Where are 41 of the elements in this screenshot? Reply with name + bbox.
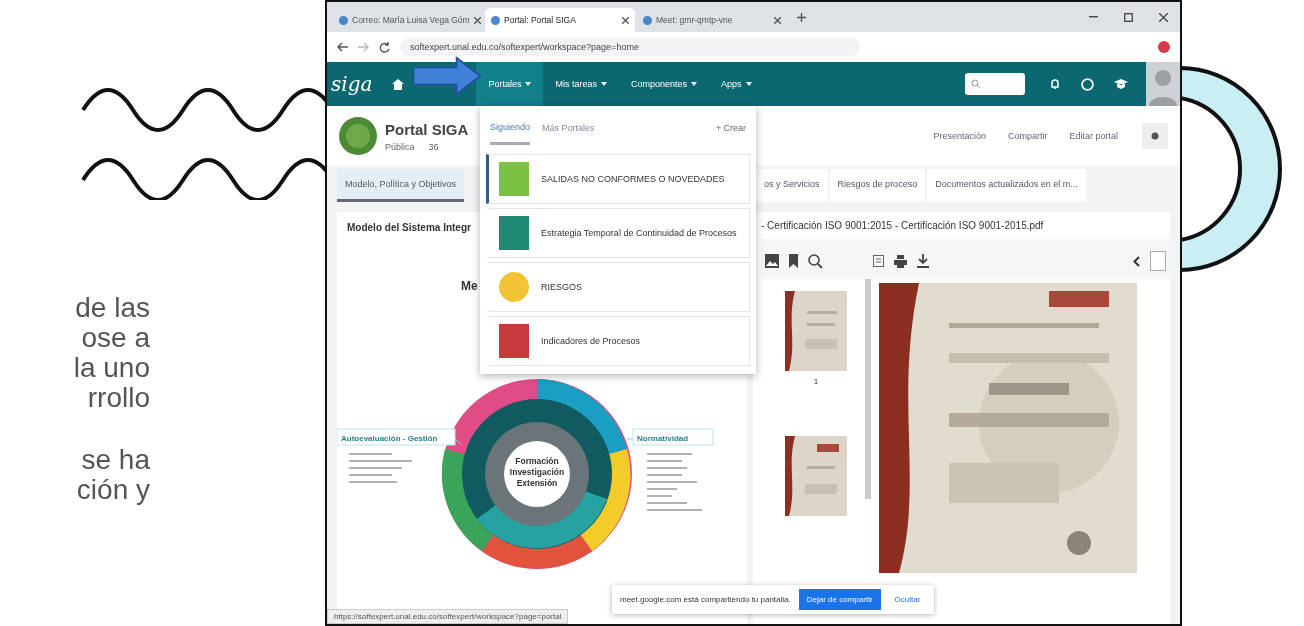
diagram-title: Me: [461, 279, 478, 293]
portal-list-item[interactable]: SALIDAS NO CONFORMES O NOVEDADES: [486, 154, 750, 204]
portal-action-link[interactable]: Presentación: [933, 131, 986, 141]
create-link[interactable]: + Crear: [715, 123, 746, 133]
document-title: - Certificación ISO 9001:2015 - Certificación ISO 9001-2015.pdf: [761, 220, 1045, 231]
browser-tab[interactable]: Meet: gmr-qmtp-vne: [637, 8, 787, 32]
dropdown-tab[interactable]: Más Portales: [542, 113, 595, 143]
portal-tab[interactable]: Modelo, Política y Objetivos: [337, 168, 465, 202]
nav-menu-item[interactable]: Apps: [709, 62, 764, 106]
diagram-note-title: Normatividad: [637, 434, 689, 443]
siga-logo[interactable]: siga: [331, 72, 373, 96]
portal-tab[interactable]: os y Servicios: [756, 168, 828, 202]
portal-action-link[interactable]: Compartir: [1007, 131, 1048, 141]
browser-tab[interactable]: Portal: Portal SIGA: [485, 8, 635, 32]
portal-tab[interactable]: Riesgos de proceso: [829, 168, 926, 202]
slide-paragraph: se ha ción y: [75, 445, 150, 505]
page-number: 1: [813, 377, 819, 386]
share-message: meet.google.com está compartiendo tu pantalla.: [620, 595, 791, 604]
slide-paragraph: de las ose a la uno rrollo: [72, 293, 150, 413]
portal-list-item[interactable]: RIESGOS: [486, 262, 750, 312]
portal-action-link[interactable]: Editar portal: [1069, 131, 1118, 141]
followers-count: 36: [428, 141, 439, 152]
diagram-label: Investigación: [509, 467, 565, 477]
panel-title: Modelo del Sistema Integr: [346, 221, 472, 235]
portal-title: Portal SIGA: [385, 120, 469, 138]
diagram-label: Extensión: [516, 478, 558, 488]
status-url: https://softexpert.unal.edu.co/softexpert/workspace?page=portal: [327, 609, 569, 624]
diagram-note-title: Autoevaluación - Gestión: [341, 434, 438, 443]
portal-list-item[interactable]: Indicadores de Procesos: [486, 316, 750, 366]
portal-list-item[interactable]: Estrategia Temporal de Continuidad de Procesos: [486, 208, 750, 258]
browser-tab[interactable]: Correo: María Luisa Vega Góm: [333, 8, 483, 32]
stop-sharing-button[interactable]: Dejar de compartir: [798, 589, 881, 610]
hide-button[interactable]: Ocultar: [888, 594, 927, 605]
nav-menu-item[interactable]: Componentes: [618, 62, 709, 106]
diagram-label: Formación: [515, 456, 559, 466]
visibility-label: Pública: [385, 141, 415, 152]
nav-menu-item[interactable]: Mis tareas: [543, 62, 619, 106]
address-field[interactable]: softexpert.unal.edu.co/softexpert/workspace?page=home: [400, 38, 860, 56]
nav-menu-item[interactable]: Portales: [476, 62, 544, 106]
portal-tab[interactable]: Documentos actualizados en el m...: [927, 168, 1086, 202]
dropdown-tab[interactable]: Siguiendo: [490, 111, 531, 145]
